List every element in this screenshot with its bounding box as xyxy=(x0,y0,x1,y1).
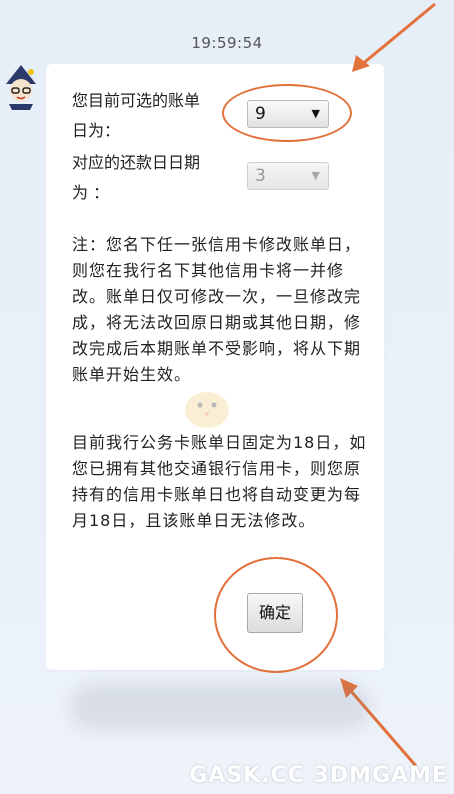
triangle-down-icon: ▼ xyxy=(311,169,320,182)
assistant-avatar-icon[interactable] xyxy=(2,64,40,110)
statement-day-label: 您目前可选的账单 日为： xyxy=(72,91,201,140)
repayment-day-value: 3 xyxy=(255,166,266,186)
watermark-chick-icon xyxy=(185,392,229,428)
watermark-text: GASK.CC 3DMGAME xyxy=(189,763,448,788)
repayment-day-label: 对应的还款日日期 为 ： xyxy=(72,153,201,202)
annotation-circle-confirm xyxy=(214,557,338,673)
notice-paragraph-2: 目前我行公务卡账单日固定为18日，如您已拥有其他交通银行信用卡，则您原持有的信用… xyxy=(72,433,367,530)
annotation-circle-statement-day xyxy=(222,84,352,142)
annotation-arrow-top xyxy=(352,2,436,72)
blurred-input-area xyxy=(70,684,370,730)
repayment-day-select: 3 ▼ xyxy=(247,162,329,190)
notice-paragraph-1: 注：您名下任一张信用卡修改账单日，则您在我行名下其他信用卡将一并修改。账单日仅可… xyxy=(72,235,362,384)
